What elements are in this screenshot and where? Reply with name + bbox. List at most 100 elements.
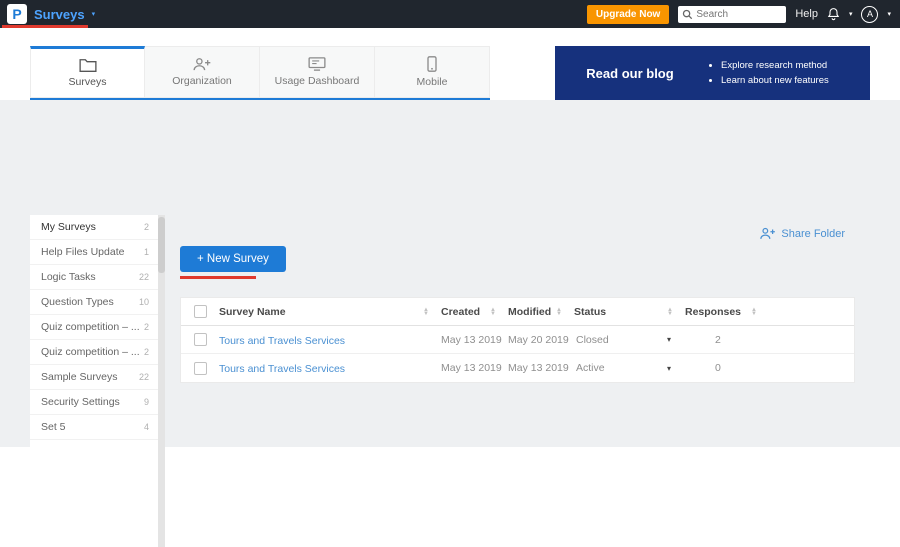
- folder-label: Question Types: [41, 296, 114, 308]
- scrollbar-thumb[interactable]: [158, 217, 165, 273]
- topbar-actions: Upgrade Now Help ▾ A ▾: [587, 5, 900, 24]
- responses-count: 2: [685, 334, 854, 346]
- folder-count: 22: [139, 272, 149, 282]
- sidebar-item-quiz-competition-2[interactable]: Quiz competition – ... 2: [30, 340, 158, 365]
- main-area: My Surveys 2 Help Files Update 1 Logic T…: [0, 100, 900, 447]
- table-row: Tours and Travels Services May 13 2019 M…: [181, 326, 854, 354]
- folder-label: Help Files Update: [41, 246, 124, 258]
- folder-count: 2: [144, 222, 149, 232]
- sort-icon[interactable]: ▲▼: [667, 308, 673, 316]
- new-survey-button[interactable]: + New Survey: [180, 246, 286, 272]
- sort-down-icon: ▼: [556, 312, 562, 316]
- select-all-checkbox[interactable]: [194, 305, 207, 318]
- share-folder-icon: [760, 227, 776, 240]
- search-input[interactable]: [696, 9, 782, 20]
- app-logo[interactable]: P: [7, 4, 27, 24]
- sort-icon[interactable]: ▲▼: [490, 308, 496, 316]
- tab-label: Surveys: [69, 76, 107, 88]
- sort-icon[interactable]: ▲▼: [556, 308, 562, 316]
- upgrade-now-button[interactable]: Upgrade Now: [587, 5, 669, 24]
- notifications-bell-icon[interactable]: [827, 7, 840, 21]
- sort-down-icon: ▼: [423, 312, 429, 316]
- sort-icon[interactable]: ▲▼: [423, 308, 429, 316]
- survey-name-link[interactable]: Tours and Travels Services: [219, 363, 345, 375]
- created-date: May 13 2019: [441, 334, 508, 346]
- annotation-underline-new-survey: [180, 276, 256, 279]
- folder-label: Quiz competition – ...: [41, 321, 140, 333]
- topbar: P Surveys ▾ Upgrade Now Help ▾ A ▾: [0, 0, 900, 28]
- folder-label: Sample Surveys: [41, 371, 117, 383]
- sort-down-icon: ▼: [490, 312, 496, 316]
- responses-count: 0: [685, 362, 854, 374]
- sidebar-item-quiz-competition-1[interactable]: Quiz competition – ... 2: [30, 315, 158, 340]
- dashboard-monitor-icon: [308, 57, 326, 71]
- sidebar-scrollbar[interactable]: [158, 215, 165, 547]
- mobile-phone-icon: [427, 56, 437, 72]
- modified-date: May 20 2019: [508, 334, 574, 346]
- tab-organization[interactable]: Organization: [145, 46, 260, 98]
- primary-tabs: Surveys Organization Usage Dashboard Mob…: [30, 46, 490, 100]
- avatar-letter: A: [867, 9, 873, 19]
- annotation-underline-logo: [2, 25, 88, 28]
- sort-icon[interactable]: ▲▼: [751, 308, 757, 316]
- column-header-modified: Modified: [508, 306, 551, 318]
- row-checkbox[interactable]: [194, 362, 207, 375]
- folder-count: 10: [139, 297, 149, 307]
- column-header-created: Created: [441, 306, 480, 318]
- sidebar-item-help-files-update[interactable]: Help Files Update 1: [30, 240, 158, 265]
- blog-bullet: Explore research method: [721, 58, 829, 73]
- folder-count: 22: [139, 372, 149, 382]
- sort-down-icon: ▼: [667, 312, 673, 316]
- status-value: Active: [576, 362, 605, 374]
- blog-banner[interactable]: Read our blog Explore research method Le…: [555, 46, 870, 100]
- chevron-down-icon[interactable]: ▾: [887, 10, 891, 18]
- survey-name-link[interactable]: Tours and Travels Services: [219, 335, 345, 347]
- app-switcher[interactable]: Surveys: [34, 7, 85, 22]
- tab-mobile[interactable]: Mobile: [375, 46, 490, 98]
- modified-date: May 13 2019: [508, 362, 574, 374]
- tab-label: Usage Dashboard: [275, 75, 360, 87]
- column-header-survey-name: Survey Name: [219, 306, 286, 318]
- column-header-responses: Responses: [685, 306, 741, 318]
- help-link[interactable]: Help: [795, 8, 818, 20]
- folders-sidebar: My Surveys 2 Help Files Update 1 Logic T…: [30, 215, 158, 547]
- logo-letter: P: [12, 6, 21, 22]
- sidebar-item-set-5[interactable]: Set 5 4: [30, 415, 158, 440]
- folder-count: 4: [144, 422, 149, 432]
- chevron-down-icon[interactable]: ▾: [92, 10, 96, 18]
- share-folder-label: Share Folder: [781, 228, 845, 240]
- folder-count: 2: [144, 322, 149, 332]
- row-checkbox[interactable]: [194, 333, 207, 346]
- folder-label: My Surveys: [41, 221, 96, 233]
- sidebar-item-sample-surveys[interactable]: Sample Surveys 22: [30, 365, 158, 390]
- folder-label: Quiz competition – ...: [41, 346, 140, 358]
- sort-down-icon: ▼: [751, 312, 757, 316]
- tab-usage-dashboard[interactable]: Usage Dashboard: [260, 46, 375, 98]
- blog-bullet: Learn about new features: [721, 73, 829, 88]
- search-icon: [682, 9, 693, 20]
- table-row: Tours and Travels Services May 13 2019 M…: [181, 354, 854, 382]
- folder-count: 9: [144, 397, 149, 407]
- blog-title: Read our blog: [555, 66, 705, 81]
- folder-label: Security Settings: [41, 396, 120, 408]
- search-box[interactable]: [678, 6, 786, 23]
- sidebar-item-my-surveys[interactable]: My Surveys 2: [30, 215, 158, 240]
- tab-surveys[interactable]: Surveys: [30, 46, 145, 98]
- sidebar-item-question-types[interactable]: Question Types 10: [30, 290, 158, 315]
- status-dropdown-icon[interactable]: ▾: [667, 335, 671, 344]
- share-folder-button[interactable]: Share Folder: [760, 227, 845, 240]
- organization-people-icon: [192, 57, 212, 71]
- sidebar-item-security-settings[interactable]: Security Settings 9: [30, 390, 158, 415]
- sidebar-item-logic-tasks[interactable]: Logic Tasks 22: [30, 265, 158, 290]
- folder-label: Set 5: [41, 421, 66, 433]
- status-value: Closed: [576, 334, 609, 346]
- status-dropdown-icon[interactable]: ▾: [667, 364, 671, 373]
- tab-label: Mobile: [417, 76, 448, 88]
- tab-label: Organization: [172, 75, 232, 87]
- chevron-down-icon[interactable]: ▾: [849, 10, 853, 18]
- avatar[interactable]: A: [861, 6, 878, 23]
- folder-label: Logic Tasks: [41, 271, 96, 283]
- folder-icon: [79, 58, 97, 72]
- logo-area: P Surveys ▾: [0, 4, 95, 24]
- created-date: May 13 2019: [441, 362, 508, 374]
